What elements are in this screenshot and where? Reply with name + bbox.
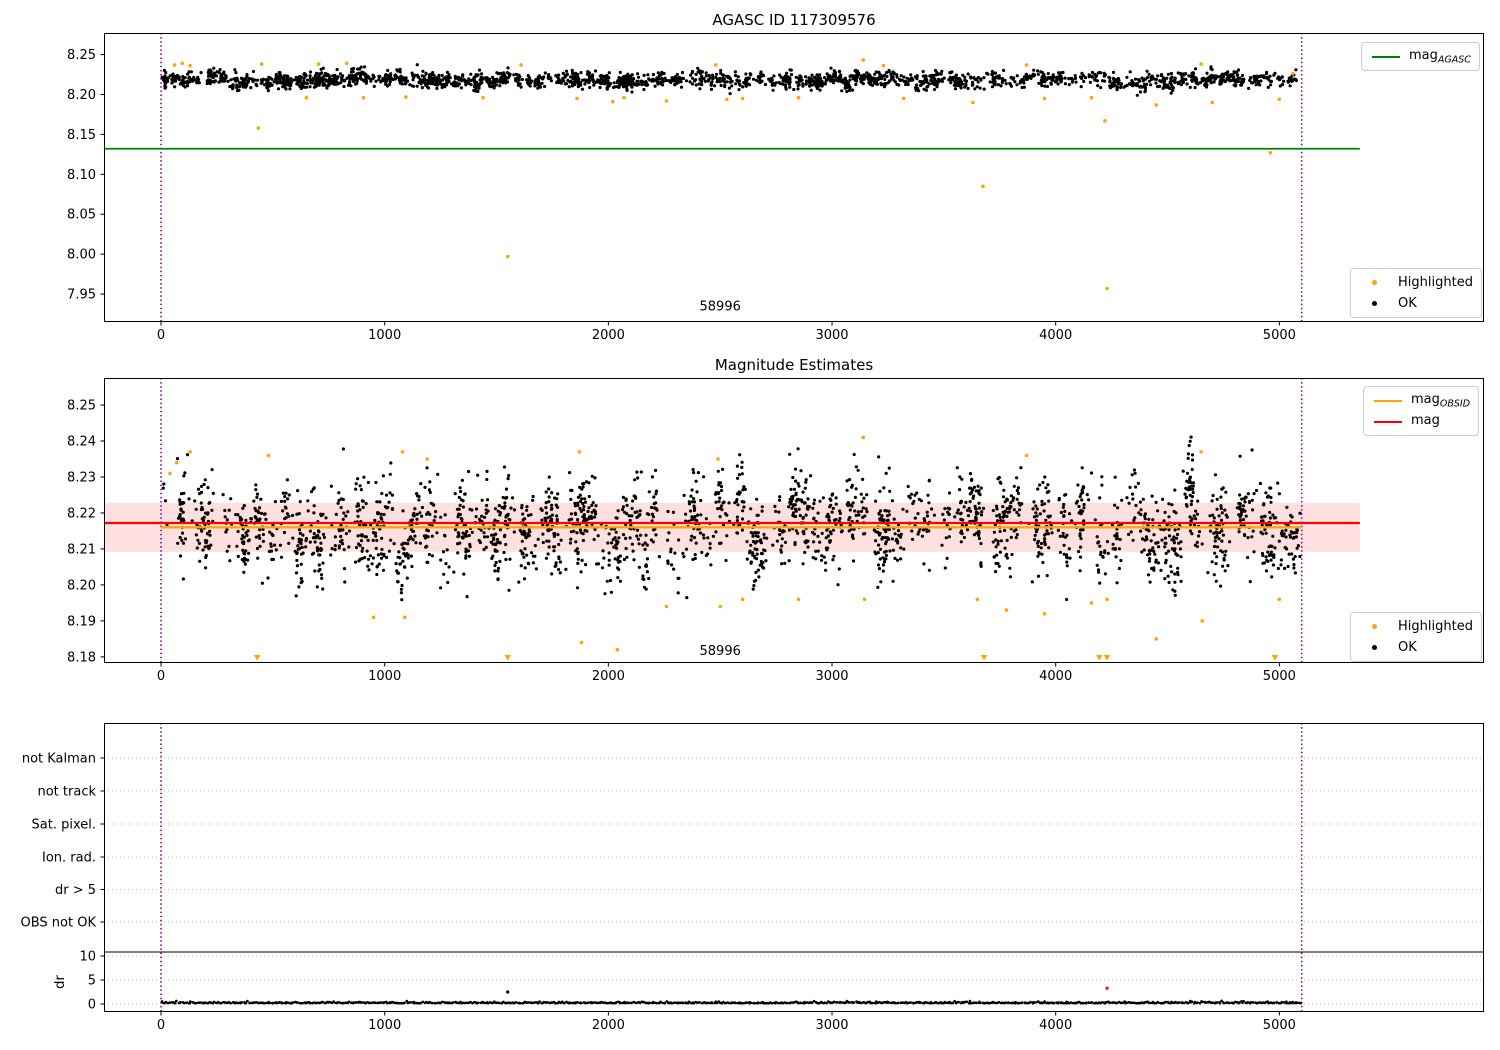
axes-frame [104, 723, 1484, 1012]
legend-label-mag: mag [1411, 412, 1440, 428]
legend-item-ok: OK [1351, 293, 1473, 314]
y-tick-label: 8.24 [67, 434, 96, 449]
ok-points [160, 63, 1298, 97]
x-tick-label: 1000 [368, 1018, 401, 1033]
obsid-annotation: 58996 [700, 644, 741, 659]
y-axis-ticks: 7.95 8.00 8.05 8.10 8.15 8.20 8.25 [67, 48, 104, 303]
flag-label: not Kalman [22, 752, 96, 767]
x-tick-label: 2000 [592, 1018, 625, 1033]
legend-label-highlighted: Highlighted [1398, 619, 1473, 634]
y-tick-label: 8.23 [67, 470, 96, 485]
legend-mid-scatter: Highlighted OK [1350, 612, 1482, 662]
x-tick-label: 1000 [368, 328, 401, 343]
legend-item-highlighted: Highlighted [1351, 272, 1473, 293]
dr-tick-label: 5 [88, 974, 96, 989]
highlighted-points [172, 58, 1295, 291]
legend-item-mag-obsid: magOBSID [1364, 390, 1470, 411]
red-line-sample-icon [1374, 420, 1402, 423]
x-tick-label: 5000 [1263, 328, 1296, 343]
legend-item-mag-agasc: magAGASC [1362, 46, 1471, 67]
plots-canvas: 589960 1000 2000 3000 4000 50007.958.008.058.… [21, 33, 1484, 1033]
legend-label-highlighted: Highlighted [1398, 275, 1473, 290]
dr-points [160, 999, 1302, 1005]
x-tick-label: 5000 [1263, 669, 1296, 684]
y-tick-label: 8.15 [67, 128, 96, 143]
x-tick-label: 5000 [1263, 1018, 1296, 1033]
x-tick-label: 2000 [592, 328, 625, 343]
y-tick-label: 8.21 [67, 542, 96, 557]
orange-dot-icon [1372, 624, 1377, 629]
y-tick-label: 8.20 [67, 88, 96, 103]
dr-outlier-points [506, 986, 1109, 994]
dr-tick-label: 0 [88, 998, 96, 1013]
orange-line-sample-icon [1374, 399, 1402, 402]
y-tick-label: 8.25 [67, 398, 96, 413]
y-tick-label: 8.22 [67, 506, 96, 521]
flag-label: not track [37, 785, 96, 800]
axes-frame [104, 33, 1484, 322]
x-axis-ticks: 0 1000 2000 3000 4000 5000 [157, 322, 1296, 343]
orange-dot-icon [1372, 280, 1377, 285]
y-tick-label: 8.25 [67, 48, 96, 63]
legend-item-ok: OK [1351, 637, 1473, 658]
y-axis-ticks: 8.18 8.19 8.20 8.21 8.22 8.23 8.24 8.25 [67, 398, 104, 665]
annotation: 58996 [700, 644, 741, 659]
x-tick-label: 1000 [368, 669, 401, 684]
legend-label-mag-agasc: magAGASC [1409, 47, 1471, 66]
legend-mid-lines: magOBSID mag [1363, 386, 1480, 436]
green-line-sample-icon [1372, 55, 1400, 58]
obsid-boundary-vlines [160, 723, 1303, 1012]
legend-item-mag: mag [1364, 411, 1470, 432]
y-tick-label: 7.95 [67, 288, 96, 303]
y-tick-label: 8.10 [67, 168, 96, 183]
y-tick-label: 8.00 [67, 248, 96, 263]
top-chart-title: AGASC ID 117309576 [712, 11, 876, 29]
dr-tick-label: 10 [79, 950, 96, 965]
legend-mag-agasc: magAGASC [1361, 42, 1480, 71]
flag-tick-labels: not Kalman not track Sat. pixel. Ion. rad. d… [21, 752, 104, 931]
annotation: 58996 [700, 299, 741, 314]
y-tick-label: 8.20 [67, 578, 96, 593]
x-tick-label: 2000 [592, 669, 625, 684]
dr-tick-labels: 10 5 0 [79, 950, 104, 1013]
flag-label: Sat. pixel. [32, 818, 96, 833]
x-tick-label: 4000 [1039, 669, 1072, 684]
legend-label-ok: OK [1398, 296, 1417, 311]
x-tick-label: 3000 [815, 328, 848, 343]
figure: 58996 0 1000 2000 3000 4000 5000 7.95 8.00 8.05 8.… [0, 0, 1500, 1050]
flag-gridlines [104, 757, 1484, 1005]
x-tick-label: 0 [157, 1018, 165, 1033]
x-tick-label: 0 [157, 669, 165, 684]
x-tick-label: 4000 [1039, 1018, 1072, 1033]
black-dot-icon [1372, 301, 1377, 306]
x-tick-label: 3000 [815, 1018, 848, 1033]
flag-label: Ion. rad. [42, 851, 96, 866]
flag-label: OBS not OK [21, 916, 97, 931]
legend-label-mag-obsid: magOBSID [1411, 391, 1471, 410]
dr-axis-label: dr [53, 975, 68, 989]
obsid-annotation: 58996 [700, 299, 741, 314]
y-tick-label: 8.19 [67, 614, 96, 629]
black-dot-icon [1372, 645, 1377, 650]
legend-label-ok: OK [1398, 640, 1417, 655]
middle-chart-title: Magnitude Estimates [714, 356, 874, 374]
x-tick-label: 0 [157, 328, 165, 343]
x-axis-ticks: 0 1000 2000 3000 4000 5000 [157, 1012, 1296, 1033]
y-tick-label: 8.05 [67, 208, 96, 223]
x-tick-label: 3000 [815, 669, 848, 684]
dr-axis-label: dr [53, 975, 68, 989]
legend-item-highlighted: Highlighted [1351, 616, 1473, 637]
flag-label: dr > 5 [55, 883, 96, 898]
y-tick-label: 8.18 [67, 650, 96, 665]
legend-top-scatter: Highlighted OK [1350, 268, 1482, 318]
x-axis-ticks: 0 1000 2000 3000 4000 5000 [157, 663, 1296, 684]
x-tick-label: 4000 [1039, 328, 1072, 343]
